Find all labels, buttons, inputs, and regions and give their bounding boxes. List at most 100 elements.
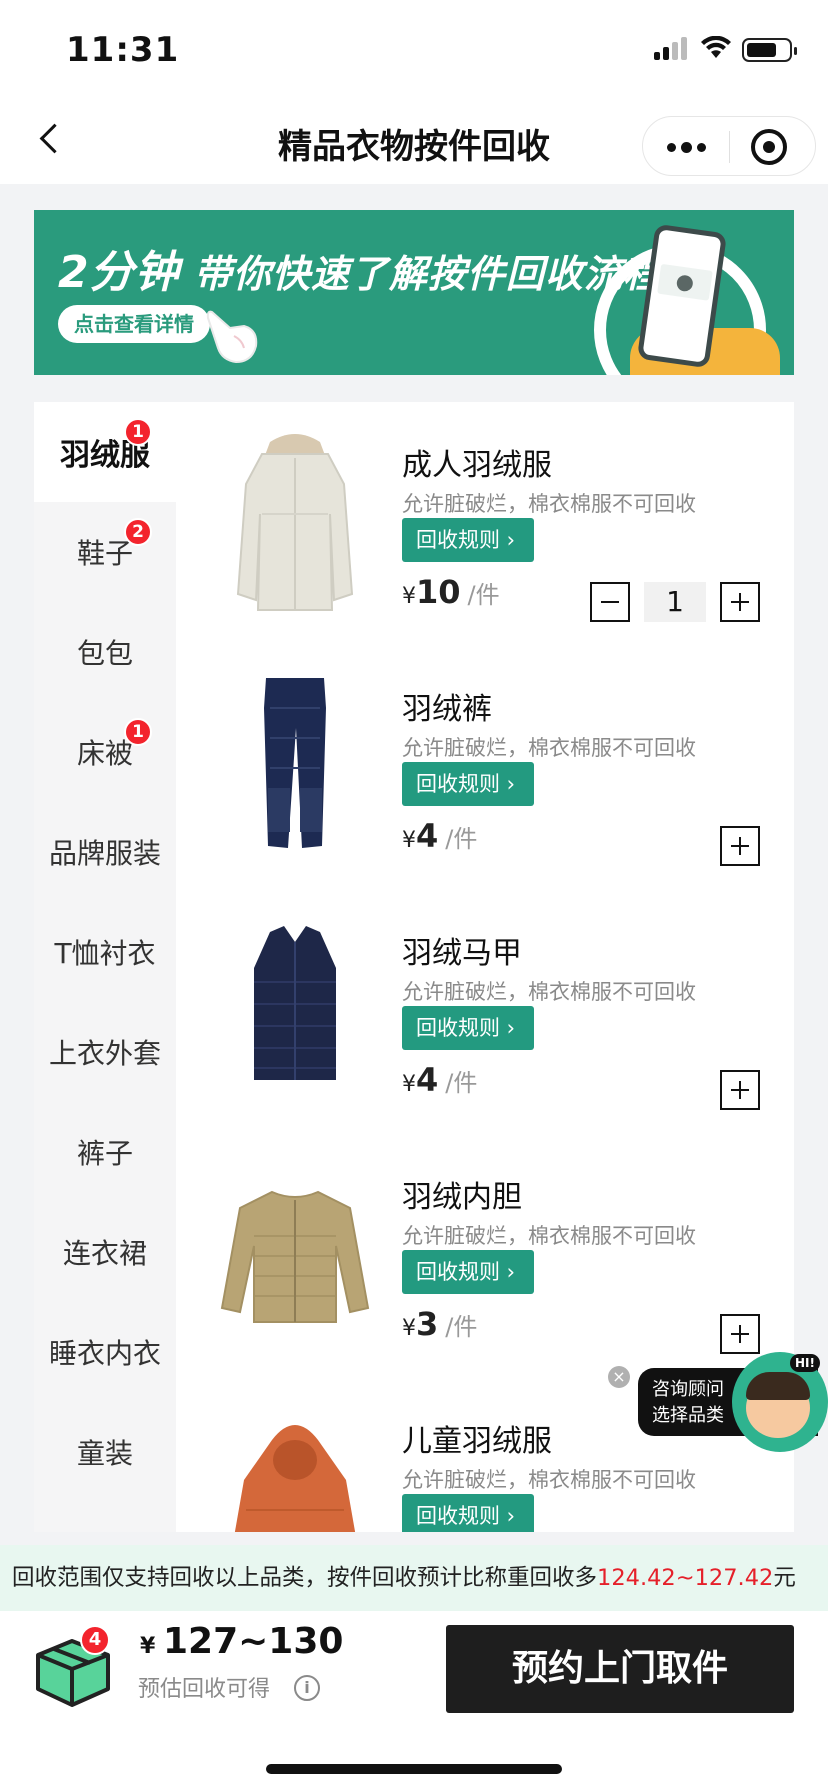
add-item-button[interactable] — [720, 1070, 760, 1110]
sidebar-item-label: 连衣裙 — [62, 1237, 147, 1270]
recycle-rules-button[interactable]: 回收规则 › — [402, 762, 534, 806]
notice-text: 回收范围仅支持回收以上品类，按件回收预计比称重回收多 — [12, 1565, 598, 1591]
banner-headline-text: 带你快速了解按件回收流程 — [193, 252, 662, 296]
estimate-label: 预估回收可得 — [138, 1677, 271, 1702]
avatar-hair — [746, 1372, 810, 1400]
sidebar-item-jackets[interactable]: 上衣外套 — [34, 1002, 176, 1102]
product-name: 羽绒内胆 — [402, 1180, 522, 1215]
sidebar-item-label: 睡衣内衣 — [48, 1337, 161, 1370]
more-options-icon[interactable] — [661, 123, 711, 171]
product-item: 羽绒裤 允许脏破烂，棉衣棉服不可回收 回收规则 › ¥4 /件 — [176, 646, 794, 890]
hi-badge: HI! — [790, 1354, 820, 1372]
capsule-divider — [729, 131, 730, 163]
status-time: 11:31 — [66, 30, 180, 70]
close-consult-icon[interactable]: × — [608, 1366, 630, 1388]
down-liner-image — [220, 1190, 370, 1323]
count-badge: 2 — [124, 518, 152, 546]
add-item-button[interactable] — [720, 826, 760, 866]
recycle-rules-button[interactable]: 回收规则 › — [402, 1250, 534, 1294]
notice-range: 124.42~127.42 — [597, 1565, 774, 1591]
sidebar-item-label: 品牌服装 — [48, 837, 161, 870]
total-currency: ¥ — [140, 1634, 156, 1659]
banner-headline: 2分钟 带你快速了解按件回收流程 — [58, 236, 662, 300]
product-item: 羽绒马甲 允许脏破烂，棉衣棉服不可回收 回收规则 › ¥4 /件 — [176, 890, 794, 1134]
sidebar-item-kids[interactable]: 童装 — [34, 1402, 176, 1502]
down-coat-image — [236, 434, 354, 611]
increase-quantity-button[interactable] — [720, 582, 760, 622]
product-price: ¥10 /件 — [402, 570, 500, 614]
product-price: ¥3 /件 — [402, 1302, 477, 1346]
banner-details-button[interactable]: 点击查看详情 — [58, 305, 210, 343]
cart-box-icon[interactable] — [32, 1625, 114, 1707]
product-description: 允许脏破烂，棉衣棉服不可回收 — [402, 980, 696, 1004]
price-unit: /件 — [445, 1069, 478, 1097]
down-pants-image — [264, 678, 326, 848]
recycle-notice: 回收范围仅支持回收以上品类，按件回收预计比称重回收多124.42~127.42元 — [0, 1545, 828, 1611]
sidebar-item-pants[interactable]: 裤子 — [34, 1102, 176, 1202]
close-mini-program-icon[interactable] — [751, 129, 787, 165]
notice-suffix: 元 — [773, 1565, 796, 1591]
down-vest-image — [254, 926, 336, 1080]
sidebar-item-tshirts[interactable]: T恤衬衣 — [34, 902, 176, 1002]
quantity-value[interactable]: 1 — [644, 582, 706, 622]
sidebar-item-label: 童装 — [76, 1437, 133, 1470]
category-content: 羽绒服 1 鞋子 2 包包 床被 1 品牌服装 T恤衬衣 上衣外套 裤子 连衣裙… — [34, 402, 794, 1532]
price-unit: /件 — [467, 581, 500, 609]
recycle-rules-button[interactable]: 回收规则 › — [402, 1494, 534, 1532]
product-name: 羽绒马甲 — [402, 936, 522, 971]
home-indicator — [266, 1764, 562, 1774]
recycle-rules-button[interactable]: 回收规则 › — [402, 1006, 534, 1050]
sidebar-item-bedding[interactable]: 床被 1 — [34, 702, 176, 802]
sidebar-item-label: 裤子 — [76, 1137, 133, 1170]
sidebar-item-label: 上衣外套 — [48, 1037, 161, 1070]
decrease-quantity-button[interactable] — [590, 582, 630, 622]
wifi-icon — [701, 36, 731, 58]
mini-program-capsule — [642, 116, 816, 176]
pointing-hand-icon — [206, 310, 258, 364]
recycle-rules-button[interactable]: 回收规则 › — [402, 518, 534, 562]
product-price: ¥4 /件 — [402, 814, 477, 858]
tutorial-banner[interactable]: 2分钟 带你快速了解按件回收流程 点击查看详情 — [34, 210, 794, 375]
sidebar-item-sleepwear[interactable]: 睡衣内衣 — [34, 1302, 176, 1402]
count-badge: 1 — [124, 718, 152, 746]
product-item: 成人羽绒服 允许脏破烂，棉衣棉服不可回收 回收规则 › ¥10 /件 1 — [176, 402, 794, 646]
sidebar-item-label: T恤衬衣 — [54, 937, 156, 970]
cellular-signal-icon — [654, 36, 688, 60]
price-currency: ¥ — [402, 1316, 416, 1341]
nav-bar: 精品衣物按件回收 — [0, 100, 828, 184]
book-pickup-button[interactable]: 预约上门取件 — [446, 1625, 794, 1713]
kids-down-jacket-image — [234, 1425, 356, 1532]
page-title: 精品衣物按件回收 — [278, 127, 550, 167]
app-root: 11:31 精品衣物按件回收 2分钟 带你快速了解按件回收流程 点击查看详情 羽… — [0, 0, 828, 1792]
estimated-total: ¥ 127~130 — [140, 1621, 343, 1662]
price-currency: ¥ — [402, 828, 416, 853]
price-currency: ¥ — [402, 1072, 416, 1097]
battery-icon — [742, 38, 797, 62]
category-sidebar: 羽绒服 1 鞋子 2 包包 床被 1 品牌服装 T恤衬衣 上衣外套 裤子 连衣裙… — [34, 402, 176, 1532]
back-button[interactable] — [32, 118, 76, 162]
sidebar-item-bags[interactable]: 包包 — [34, 602, 176, 702]
product-name: 儿童羽绒服 — [402, 1424, 552, 1459]
sidebar-item-label: 包包 — [76, 637, 133, 670]
add-item-button[interactable] — [720, 1314, 760, 1354]
product-description: 允许脏破烂，棉衣棉服不可回收 — [402, 492, 696, 516]
price-unit: /件 — [445, 825, 478, 853]
product-name: 羽绒裤 — [402, 692, 492, 727]
sidebar-item-down-jacket[interactable]: 羽绒服 1 — [34, 402, 176, 502]
sidebar-item-shoes[interactable]: 鞋子 2 — [34, 502, 176, 602]
banner-headline-big: 2分钟 — [58, 247, 180, 298]
product-description: 允许脏破烂，棉衣棉服不可回收 — [402, 736, 696, 760]
sidebar-item-brand-clothing[interactable]: 品牌服装 — [34, 802, 176, 902]
product-item: 羽绒内胆 允许脏破烂，棉衣棉服不可回收 回收规则 › ¥3 /件 — [176, 1134, 794, 1378]
price-value: 3 — [416, 1305, 439, 1343]
sidebar-item-dresses[interactable]: 连衣裙 — [34, 1202, 176, 1302]
total-value: 127~130 — [162, 1621, 344, 1662]
price-unit: /件 — [445, 1313, 478, 1341]
price-value: 4 — [416, 817, 439, 855]
product-description: 允许脏破烂，棉衣棉服不可回收 — [402, 1468, 696, 1492]
info-icon[interactable]: i — [294, 1675, 320, 1701]
price-value: 4 — [416, 1061, 439, 1099]
product-price: ¥4 /件 — [402, 1058, 477, 1102]
count-badge: 1 — [124, 418, 152, 446]
price-value: 10 — [416, 573, 461, 611]
